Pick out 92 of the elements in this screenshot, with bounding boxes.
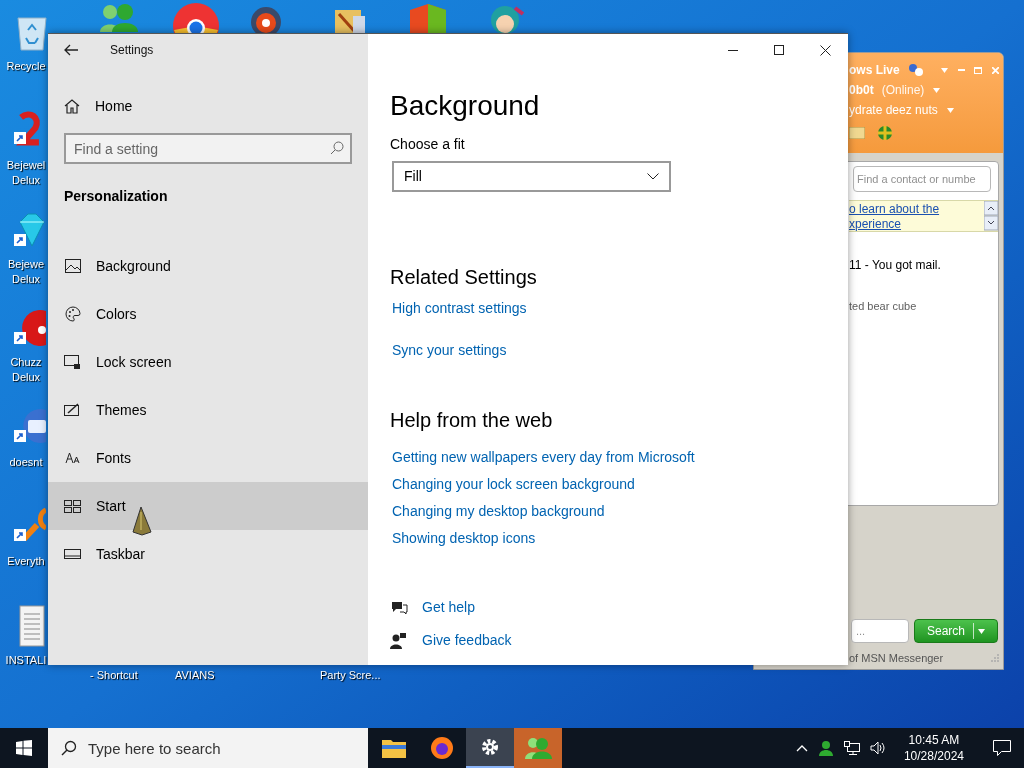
nav-item[interactable]: Lock screen: [48, 338, 368, 386]
taskbar-app-button[interactable]: [466, 728, 514, 768]
shortcut-arrow-icon: [14, 529, 26, 541]
close-icon: [819, 44, 831, 56]
field-label: Choose a fit: [390, 135, 466, 154]
firefox-icon: [430, 736, 454, 760]
resize-grip-icon[interactable]: [989, 653, 999, 663]
chevron-up-icon[interactable]: [795, 744, 808, 752]
icon-label: Bejewel: [5, 158, 47, 172]
person-icon[interactable]: [817, 740, 834, 756]
folder-icon: [382, 738, 406, 758]
banner-link[interactable]: o learn about the: [849, 202, 984, 217]
minimize-icon: [957, 69, 965, 71]
minimize-icon: [728, 49, 738, 51]
contact-search-field[interactable]: Find a contact or numbe: [853, 166, 991, 192]
window-title: Settings: [110, 42, 154, 59]
contact-entry[interactable]: ted bear cube: [849, 298, 998, 315]
people-icon[interactable]: [907, 63, 924, 77]
icon-label: Bejewe: [6, 257, 46, 271]
maximize-icon: [774, 45, 784, 55]
font-letters-icon: [64, 451, 81, 465]
back-arrow-icon[interactable]: [64, 44, 78, 56]
icon-label: Chuzz: [9, 355, 43, 369]
user-name: 0b0t: [849, 82, 874, 99]
cursor-icon: [131, 506, 153, 536]
chat-bubbles-icon: [390, 599, 408, 616]
nav-item[interactable]: Colors: [48, 290, 368, 338]
action-link[interactable]: Get help: [390, 597, 475, 618]
taskbar-icon: [64, 549, 81, 559]
people-icon: [524, 737, 552, 759]
icon-label: doesnt: [8, 455, 44, 469]
windows-logo-icon: [16, 740, 32, 756]
fit-dropdown[interactable]: Fill: [392, 161, 671, 192]
action-link[interactable]: Give feedback: [390, 630, 512, 651]
icon-label: Party Scre...: [320, 668, 381, 682]
icon-label: Recycle: [5, 59, 47, 73]
palette-icon: [64, 306, 81, 322]
shortcut-arrow-icon: [14, 132, 26, 144]
search-icon: [61, 740, 77, 756]
help-link[interactable]: Getting new wallpapers every day from Microsoft: [392, 449, 695, 466]
triangle-down-icon: [940, 67, 948, 73]
banner-link[interactable]: xperience: [849, 217, 984, 232]
nav-item[interactable]: Start: [48, 482, 368, 530]
shortcut-arrow-icon: [14, 332, 26, 344]
icon-label: AVIANS: [175, 668, 215, 682]
monitor-lock-icon: [64, 354, 81, 370]
triangle-down-icon: [946, 107, 954, 113]
web-search-field[interactable]: ...: [851, 619, 909, 643]
volume-icon[interactable]: [869, 741, 886, 755]
settings-icon: [480, 737, 500, 757]
footer-text: of MSN Messenger: [849, 650, 944, 666]
home-icon: [64, 98, 80, 114]
monitor-brush-icon: [64, 402, 81, 418]
shortcut-arrow-icon: [14, 430, 26, 442]
help-link[interactable]: Changing my desktop background: [392, 503, 605, 520]
tiles-icon: [64, 499, 81, 513]
search-icon[interactable]: [330, 141, 344, 155]
picture-icon: [64, 259, 81, 273]
section-heading: Personalization: [63, 187, 169, 206]
shield-icon[interactable]: [408, 2, 448, 34]
nav-item[interactable]: Themes: [48, 386, 368, 434]
clock[interactable]: 10:45 AM 10/28/2024: [895, 732, 972, 764]
caret-icon: [978, 628, 986, 634]
icon-label: Delux: [10, 173, 42, 187]
help-link[interactable]: Showing desktop icons: [392, 530, 536, 547]
maximize-icon: [974, 66, 983, 74]
scrollbar-arrows-icon[interactable]: [984, 201, 998, 231]
messenger-title: ows Live: [849, 62, 900, 79]
mail-notice[interactable]: 11 - You got mail.: [849, 256, 998, 274]
home-link[interactable]: Home: [48, 91, 368, 121]
icon-label: - Shortcut: [90, 668, 138, 682]
nav-item[interactable]: Taskbar: [48, 530, 368, 578]
settings-link[interactable]: High contrast settings: [392, 298, 527, 319]
network-icon[interactable]: [843, 741, 860, 755]
icon-label: INSTALI: [4, 653, 48, 667]
icon-label: Everyth: [6, 554, 46, 568]
taskbar-search-field[interactable]: Type here to search: [48, 728, 368, 768]
nav-item[interactable]: Background: [48, 242, 368, 290]
close-icon: [991, 66, 999, 74]
shortcut-arrow-icon: [14, 234, 26, 246]
icon-label: Delux: [10, 370, 42, 384]
nav-item[interactable]: Fonts: [48, 434, 368, 482]
search-field[interactable]: Find a setting: [64, 133, 352, 164]
person-feedback-icon: [390, 632, 408, 649]
settings-link[interactable]: Sync your settings: [392, 340, 507, 361]
triangle-down-icon: [933, 87, 941, 93]
page-title: Background: [390, 89, 541, 123]
section-heading: Help from the web: [390, 408, 554, 433]
section-heading: Related Settings: [390, 265, 538, 290]
chevron-down-icon: [647, 173, 659, 180]
icon-label: Delux: [10, 272, 42, 286]
help-link[interactable]: Changing your lock screen background: [392, 476, 635, 493]
